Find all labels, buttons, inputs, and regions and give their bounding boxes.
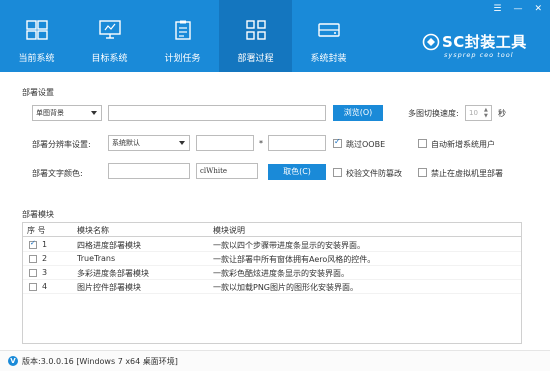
background-path-input[interactable] — [108, 105, 326, 121]
text-color-label: 部署文字颜色: — [32, 169, 83, 178]
switch-speed-spinner[interactable]: 10 ▲ ▼ — [465, 105, 492, 121]
close-button[interactable]: ✕ — [534, 4, 542, 14]
table-row[interactable]: 3 多彩进度条部署模块 一款彩色酷炫进度条显示的安装界面。 — [23, 267, 521, 280]
menu-icon[interactable]: ☰ — [493, 4, 501, 14]
status-bar: V 版本:3.0.0.16 [Windows 7 x64 桌面环境] — [0, 350, 550, 371]
module-description: 一款以加载PNG图片的图形化安装界面。 — [213, 283, 359, 292]
brand-title: SC封装工具 — [442, 33, 527, 51]
resolution-select[interactable]: 系统默认 — [108, 135, 190, 151]
column-header-name: 模块名称 — [77, 226, 109, 235]
browse-button[interactable]: 浏览(O) — [333, 105, 383, 121]
version-icon: V — [8, 356, 18, 366]
row-checkbox[interactable] — [29, 269, 37, 277]
row-number: 1 — [42, 240, 48, 249]
top-bar: 当前系统 目标系统 计划任务 部署过程 系统封装 ☰ — ✕ SC封装工具 sy… — [0, 0, 550, 72]
clipboard-icon — [174, 20, 191, 40]
table-row[interactable]: 4 图片控件部署模块 一款以加载PNG图片的图形化安装界面。 — [23, 281, 521, 294]
switch-speed-unit: 秒 — [498, 109, 506, 118]
version-text: 版本:3.0.0.16 [Windows 7 x64 桌面环境] — [22, 357, 178, 366]
resolution-label: 部署分辨率设置: — [32, 140, 91, 149]
resolution-separator: * — [259, 139, 263, 148]
brand-logo: SC封装工具 sysprep ceo tool — [422, 31, 540, 63]
module-name: 图片控件部署模块 — [77, 283, 141, 292]
tab-deploy-process[interactable]: 部署过程 — [219, 0, 292, 72]
grid-icon — [245, 20, 266, 40]
module-description: 一款彩色酷炫进度条显示的安装界面。 — [213, 269, 349, 278]
pick-color-button[interactable]: 取色(C) — [268, 164, 326, 180]
tab-target-system[interactable]: 目标系统 — [73, 0, 146, 72]
row-checkbox[interactable] — [29, 255, 37, 263]
tab-label: 部署过程 — [237, 54, 274, 64]
row-number: 2 — [42, 254, 48, 263]
table-header: 序 号 模块名称 模块说明 — [23, 223, 521, 237]
deploy-settings-title: 部署设置 — [22, 88, 54, 97]
logo-icon — [422, 33, 440, 51]
window-controls: ☰ — ✕ — [493, 4, 542, 14]
module-name: TrueTrans — [77, 254, 116, 263]
row-checkbox[interactable] — [29, 239, 37, 249]
auto-new-user-checkbox[interactable] — [418, 139, 427, 148]
main-tabs: 当前系统 目标系统 计划任务 部署过程 系统封装 — [0, 0, 365, 72]
table-row[interactable]: 2 TrueTrans 一款让部署中所有窗体拥有Aero风格的控件。 — [23, 253, 521, 266]
deploy-modules-title: 部署模块 — [22, 210, 54, 219]
drive-icon — [317, 23, 340, 37]
column-header-description: 模块说明 — [213, 226, 245, 235]
tab-current-system[interactable]: 当前系统 — [0, 0, 73, 72]
row-number: 4 — [42, 282, 48, 291]
verify-files-checkbox[interactable] — [333, 168, 342, 177]
auto-new-user-label: 自动新增系统用户 — [431, 140, 495, 149]
text-color-swatch[interactable] — [108, 163, 190, 179]
tab-label: 系统封装 — [310, 54, 347, 64]
row-checkbox[interactable] — [29, 283, 37, 291]
table-row[interactable]: 1 四格进度部署模块 一款以四个步骤带进度条显示的安装界面。 — [23, 239, 521, 252]
module-description: 一款让部署中所有窗体拥有Aero风格的控件。 — [213, 255, 376, 264]
switch-speed-value: 10 — [469, 109, 478, 117]
verify-files-label: 校验文件防篡改 — [346, 169, 402, 178]
modules-table: 序 号 模块名称 模块说明 1 四格进度部署模块 一款以四个步骤带进度条显示的安… — [22, 222, 522, 344]
monitor-icon — [98, 20, 121, 39]
tab-system-package[interactable]: 系统封装 — [292, 0, 365, 72]
module-name: 四格进度部署模块 — [77, 241, 141, 250]
minimize-button[interactable]: — — [513, 4, 522, 14]
no-vm-label: 禁止在虚拟机里部署 — [431, 169, 503, 178]
text-color-input[interactable]: clWhite — [196, 163, 258, 179]
no-vm-checkbox[interactable] — [418, 168, 427, 177]
tab-scheduled-tasks[interactable]: 计划任务 — [146, 0, 219, 72]
column-header-number: 序 号 — [27, 226, 46, 235]
windows-icon — [25, 20, 48, 40]
module-name: 多彩进度条部署模块 — [77, 269, 149, 278]
tab-label: 计划任务 — [164, 54, 201, 64]
brand-subtitle: sysprep ceo tool — [444, 51, 514, 59]
row-number: 3 — [42, 268, 48, 277]
resolution-height-input[interactable] — [268, 135, 326, 151]
skip-oobe-checkbox[interactable] — [333, 137, 342, 148]
tab-label: 当前系统 — [18, 54, 55, 64]
resolution-width-input[interactable] — [196, 135, 254, 151]
skip-oobe-label: 跳过OOBE — [346, 140, 386, 149]
tab-label: 目标系统 — [91, 54, 128, 64]
spinner-arrows-icon[interactable]: ▲ ▼ — [484, 107, 490, 119]
module-description: 一款以四个步骤带进度条显示的安装界面。 — [213, 241, 365, 250]
background-mode-select[interactable]: 单图背景 — [32, 105, 102, 121]
switch-speed-label: 多图切换速度: — [408, 109, 459, 118]
